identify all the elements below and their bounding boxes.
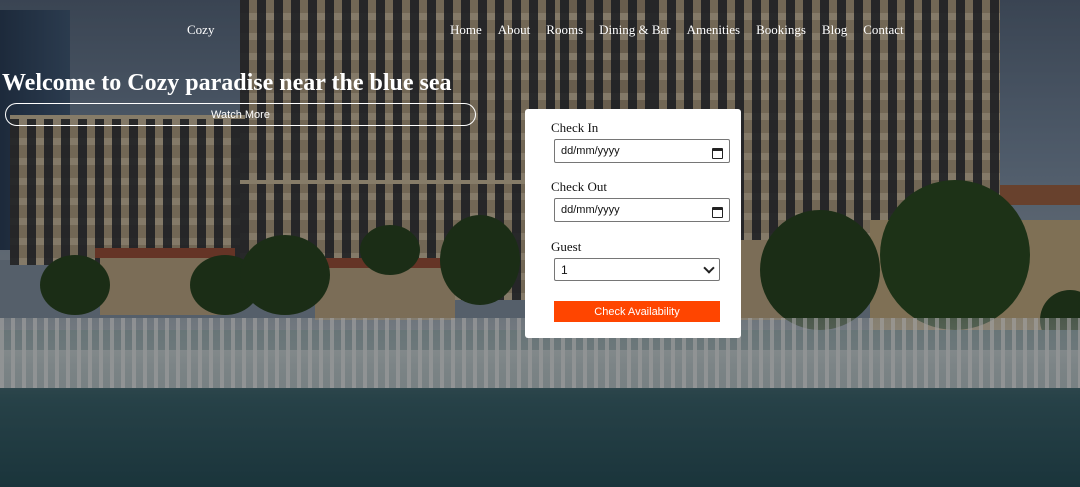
watch-more-button[interactable]: Watch More (5, 103, 476, 126)
check-in-label: Check In (551, 120, 599, 135)
chevron-down-icon (703, 261, 715, 274)
check-in-value: dd/mm/yyyy (561, 145, 620, 157)
nav-dining-bar[interactable]: Dining & Bar (599, 22, 671, 38)
nav-contact[interactable]: Contact (863, 22, 903, 38)
check-out-date-input[interactable]: dd/mm/yyyy (554, 198, 730, 222)
check-in-date-input[interactable]: dd/mm/yyyy (554, 139, 730, 163)
check-availability-button[interactable]: Check Availability (554, 301, 720, 322)
guest-value: 1 (561, 262, 568, 277)
nav-bookings[interactable]: Bookings (756, 22, 806, 38)
nav-blog[interactable]: Blog (822, 22, 847, 38)
nav-about[interactable]: About (498, 22, 531, 38)
guest-select[interactable]: 1 (554, 258, 720, 281)
hero-title: Welcome to Cozy paradise near the blue s… (2, 70, 452, 96)
guest-label: Guest (551, 239, 582, 254)
check-out-label: Check Out (551, 179, 607, 194)
calendar-icon[interactable] (712, 205, 723, 218)
nav-home[interactable]: Home (450, 22, 482, 38)
nav-amenities[interactable]: Amenities (687, 22, 740, 38)
booking-card: Check In dd/mm/yyyy Check Out dd/mm/yyyy… (525, 109, 741, 338)
check-out-value: dd/mm/yyyy (561, 204, 620, 216)
nav-rooms[interactable]: Rooms (546, 22, 583, 38)
calendar-icon[interactable] (712, 146, 723, 159)
brand-logo[interactable]: Cozy (187, 22, 214, 38)
main-nav: Home About Rooms Dining & Bar Amenities … (450, 22, 904, 38)
